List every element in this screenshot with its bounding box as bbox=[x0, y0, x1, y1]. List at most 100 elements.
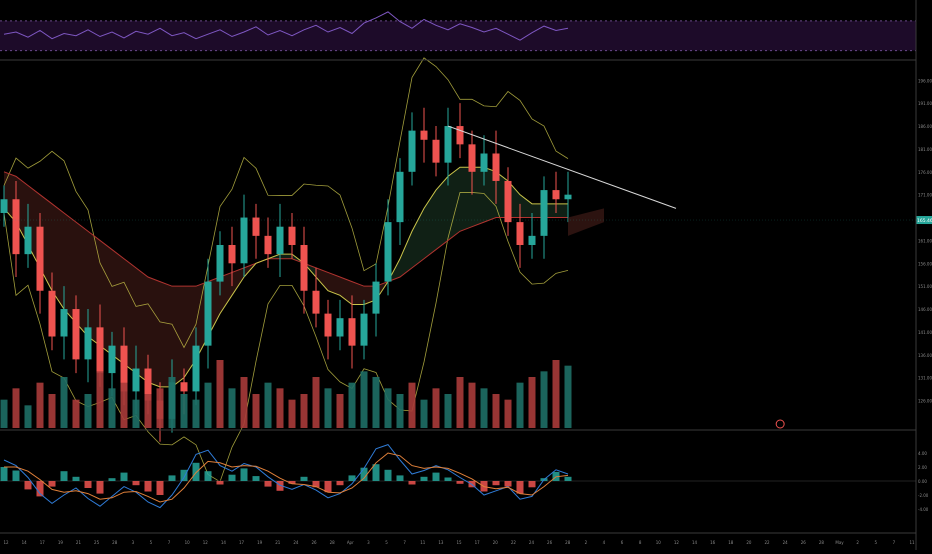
ichimoku-cloud-segment bbox=[448, 167, 460, 241]
price-tick-label: 181.00 bbox=[918, 147, 932, 152]
time-tick-label: 5 bbox=[385, 540, 388, 545]
volume-bar bbox=[312, 377, 320, 428]
ichimoku-cloud-segment bbox=[64, 212, 76, 323]
volume-bar bbox=[120, 382, 128, 428]
volume-bar bbox=[96, 371, 104, 428]
volume-bar bbox=[468, 382, 476, 428]
volume-bar bbox=[300, 394, 308, 428]
volume-bar bbox=[180, 394, 188, 428]
time-tick-label: 26 bbox=[311, 540, 317, 545]
price-pane[interactable] bbox=[0, 57, 785, 483]
rsi-pane[interactable] bbox=[0, 11, 916, 52]
volume-bar bbox=[360, 371, 368, 428]
volume-bar bbox=[36, 382, 44, 428]
time-tick-label: 25 bbox=[94, 540, 100, 545]
macd-histogram-bar bbox=[492, 481, 500, 486]
macd-histogram-bar bbox=[192, 462, 200, 481]
time-tick-label: 20 bbox=[493, 540, 499, 545]
volume-bar bbox=[144, 394, 152, 428]
time-tick-label: 20 bbox=[746, 540, 752, 545]
time-tick-label: 14 bbox=[692, 540, 698, 545]
macd-histogram-bar bbox=[228, 474, 236, 481]
ichimoku-cloud-segment bbox=[556, 203, 568, 218]
macd-histogram-bar bbox=[144, 481, 152, 492]
time-tick-label: 28 bbox=[112, 540, 118, 545]
time-tick-label: 6 bbox=[621, 540, 624, 545]
time-tick-label: 24 bbox=[783, 540, 789, 545]
volume-bar bbox=[324, 388, 332, 428]
candle-body bbox=[564, 194, 572, 200]
candle-body bbox=[516, 222, 524, 245]
volume-bar bbox=[372, 377, 380, 428]
candle-body bbox=[348, 318, 356, 346]
candle-body bbox=[456, 126, 464, 145]
volume-bar bbox=[396, 394, 404, 428]
time-axis[interactable]: 12 14 17 19 21 25 28 3 5 7 10 12 14 17 19 21 24 26 28 Apr 3 5… bbox=[3, 540, 915, 545]
time-tick-label: May bbox=[835, 540, 844, 545]
macd-histogram-bar bbox=[408, 481, 416, 485]
trading-chart[interactable]: 126.00 131.00 136.00 141.00 146.00 151.00 156.… bbox=[0, 0, 932, 550]
candle-body bbox=[36, 226, 44, 291]
time-tick-label: 17 bbox=[40, 540, 46, 545]
macd-histogram-bar bbox=[60, 471, 68, 481]
price-tick-label: 176.00 bbox=[918, 170, 932, 175]
volume-bar bbox=[456, 377, 464, 428]
volume-bar bbox=[24, 405, 32, 428]
price-tick-label: 186.00 bbox=[918, 124, 932, 129]
macd-histogram-bar bbox=[516, 481, 524, 494]
candle-body bbox=[300, 245, 308, 291]
macd-histogram-bar bbox=[96, 481, 104, 494]
volume-bar bbox=[228, 388, 236, 428]
volume-bar bbox=[552, 360, 560, 428]
candle-body bbox=[180, 382, 188, 392]
candle-body bbox=[420, 130, 428, 140]
time-tick-label: 2 bbox=[585, 540, 588, 545]
candle-body bbox=[72, 309, 80, 360]
volume-pane bbox=[0, 360, 572, 428]
volume-bar bbox=[132, 399, 140, 428]
macd-histogram-bar bbox=[120, 472, 128, 481]
ichimoku-cloud-segment bbox=[424, 190, 436, 259]
candle-body bbox=[492, 153, 500, 181]
time-tick-label: Apr bbox=[347, 540, 354, 545]
time-tick-label: 14 bbox=[221, 540, 227, 545]
ichimoku-cloud-segment bbox=[460, 167, 472, 232]
earnings-event-icon bbox=[775, 419, 785, 429]
candle-body bbox=[504, 180, 512, 223]
volume-bar bbox=[564, 365, 572, 428]
volume-bar bbox=[48, 394, 56, 428]
ichimoku-cloud-segment bbox=[160, 281, 172, 387]
ichimoku-cloud-segment bbox=[412, 208, 424, 268]
macd-histogram-bar bbox=[132, 481, 140, 486]
candle-body bbox=[228, 245, 236, 264]
volume-bar bbox=[336, 394, 344, 428]
macd-histogram-bar bbox=[156, 481, 164, 495]
volume-bar bbox=[108, 388, 116, 428]
candle-body bbox=[132, 368, 140, 392]
candle-body bbox=[108, 345, 116, 374]
time-tick-label: 4 bbox=[603, 540, 606, 545]
macd-tick-label: 0.00 bbox=[918, 479, 927, 484]
candle-body bbox=[48, 290, 56, 337]
candle-body bbox=[528, 235, 536, 245]
macd-tick-label: 2.00 bbox=[918, 465, 927, 470]
macd-line bbox=[3, 444, 569, 509]
candle-body bbox=[252, 217, 260, 236]
time-tick-label: 22 bbox=[764, 540, 770, 545]
macd-histogram-bar bbox=[48, 481, 56, 487]
ichimoku-cloud-segment bbox=[472, 167, 484, 227]
candle-body bbox=[0, 199, 8, 213]
volume-bar bbox=[288, 399, 296, 428]
time-tick-label: 8 bbox=[639, 540, 642, 545]
ichimoku-cloud-segment bbox=[280, 254, 292, 259]
macd-pane[interactable] bbox=[0, 444, 916, 509]
volume-bar bbox=[72, 399, 80, 428]
volume-bar bbox=[276, 388, 284, 428]
time-tick-label: 26 bbox=[547, 540, 553, 545]
time-tick-label: 22 bbox=[511, 540, 517, 545]
volume-bar bbox=[432, 388, 440, 428]
candle-body bbox=[540, 190, 548, 236]
time-tick-label: 5 bbox=[874, 540, 877, 545]
time-tick-label: 12 bbox=[3, 540, 9, 545]
candle-body bbox=[480, 153, 488, 172]
